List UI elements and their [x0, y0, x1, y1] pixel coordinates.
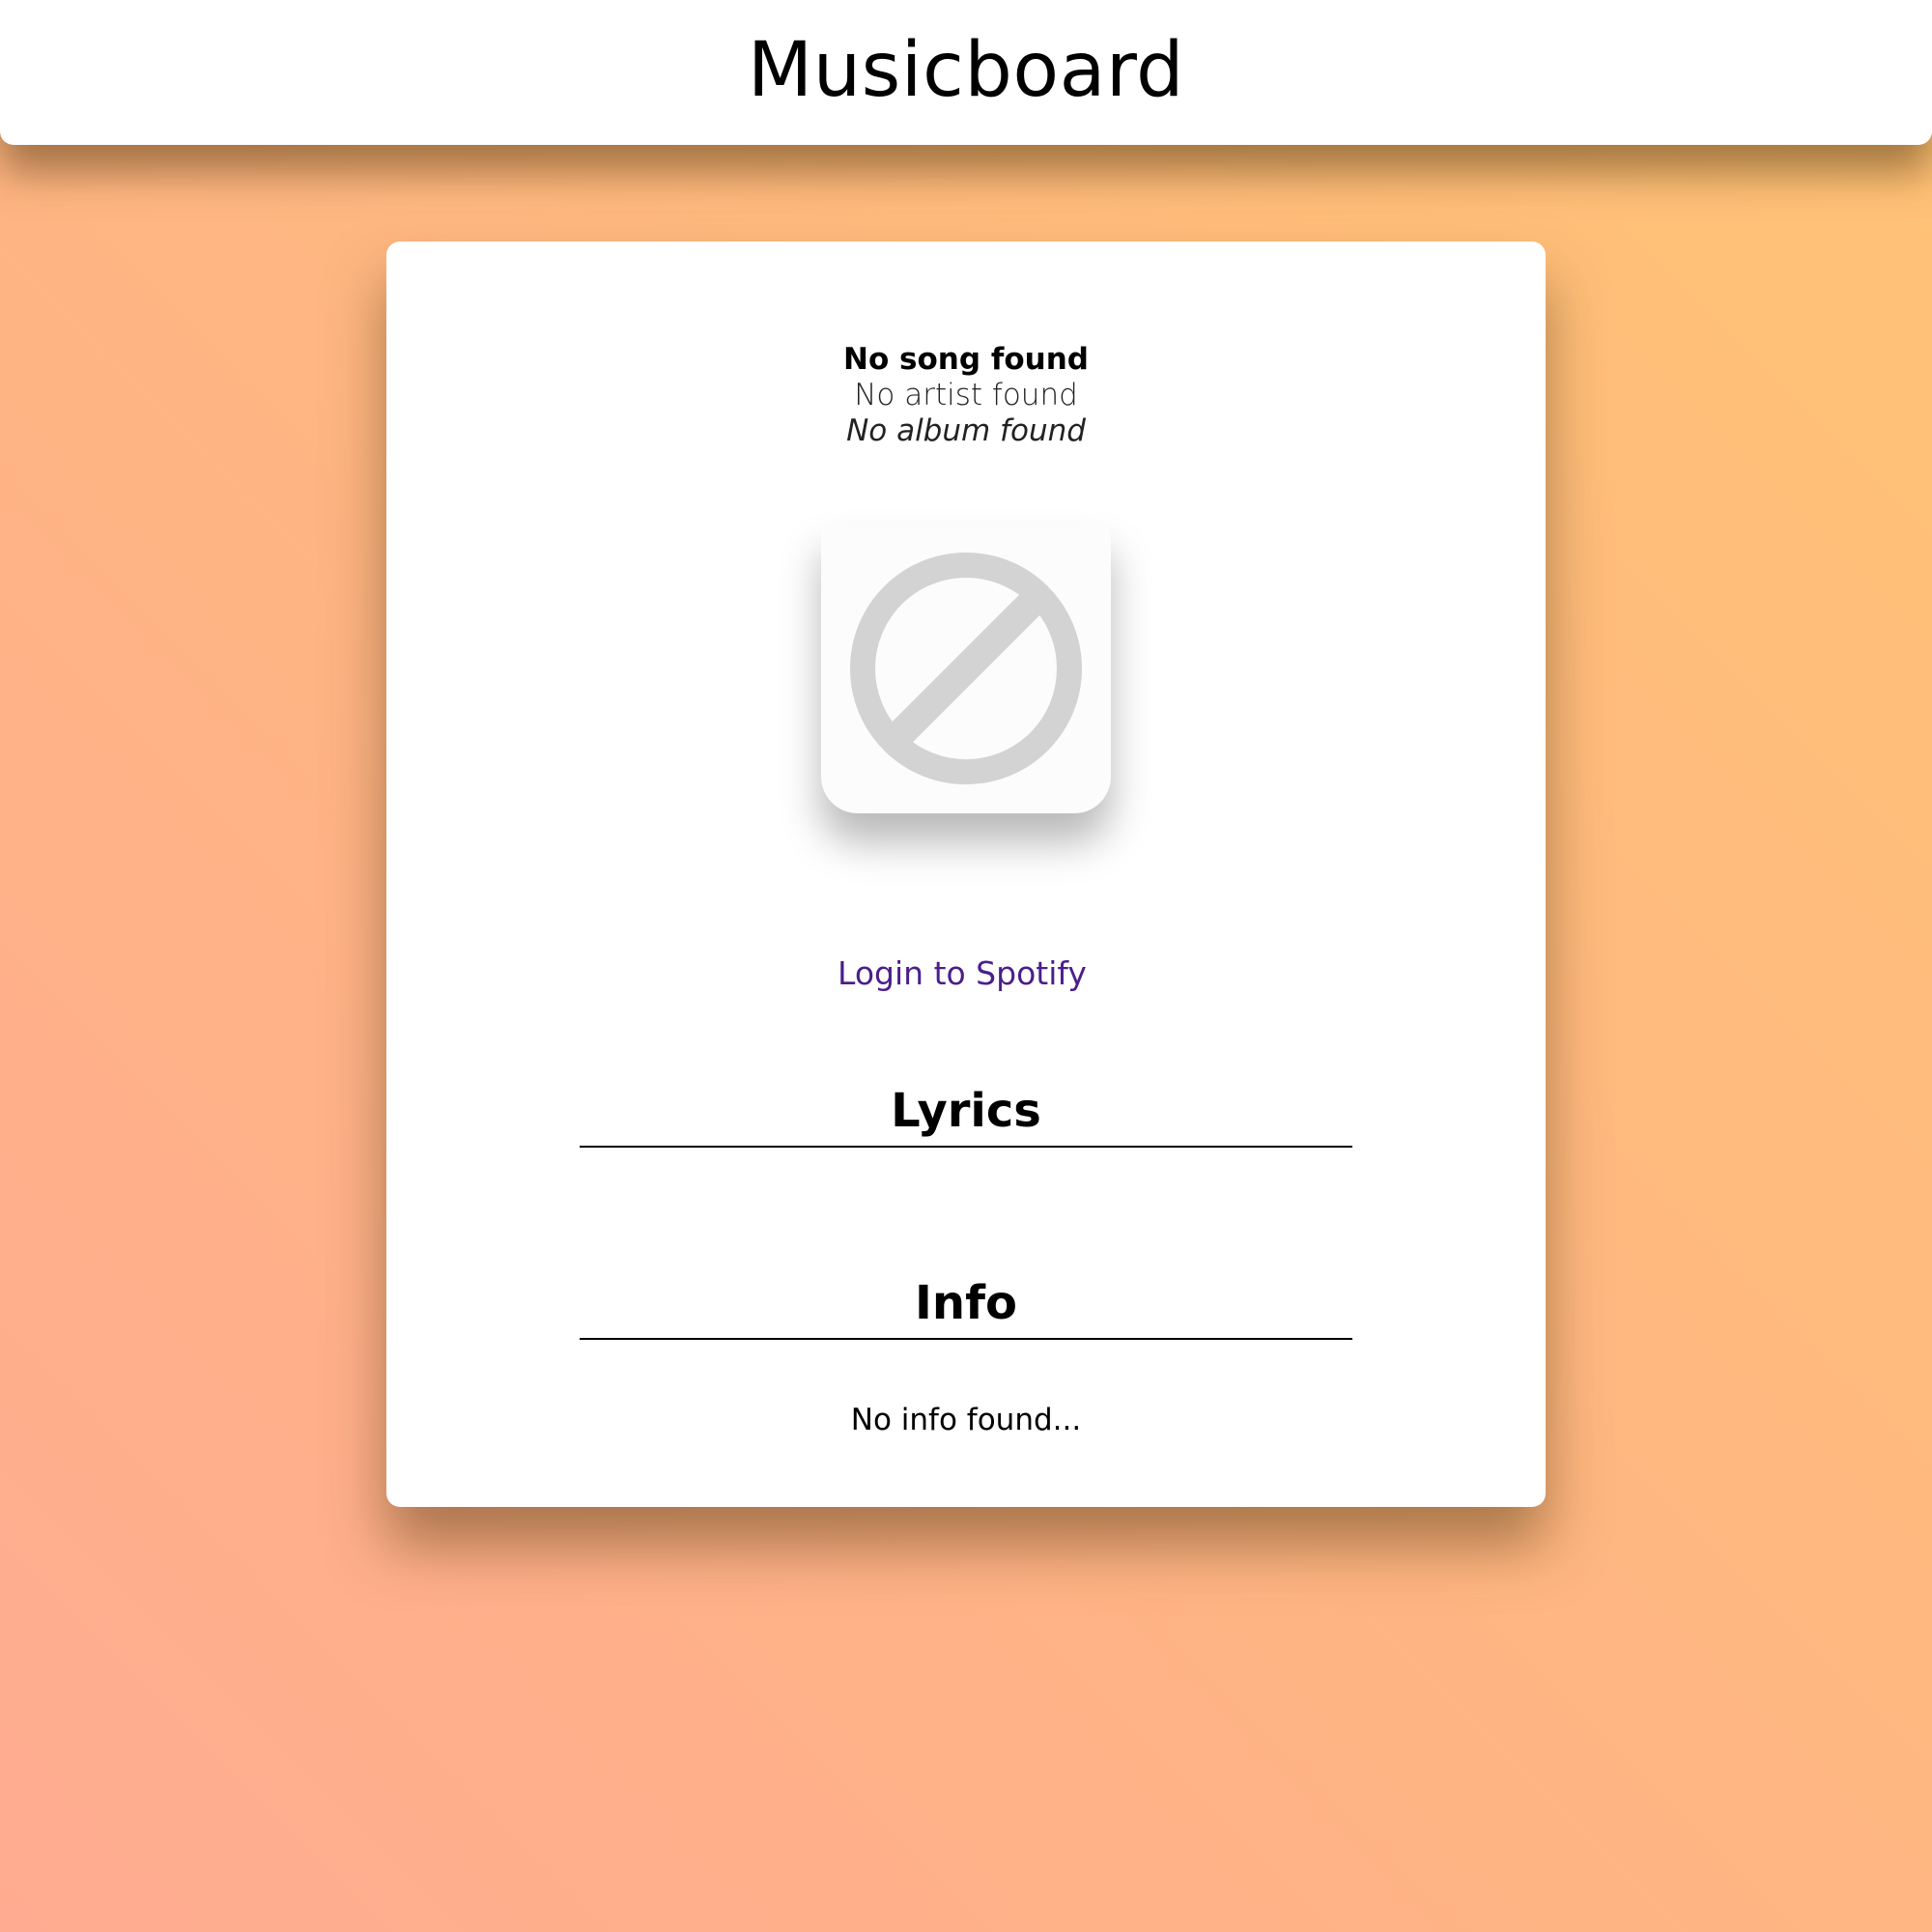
no-image-icon [850, 553, 1082, 784]
album-art [821, 524, 1111, 813]
info-heading: Info [580, 1276, 1352, 1340]
album-name: No album found [846, 413, 1086, 448]
login-spotify-link[interactable]: Login to Spotify [386, 954, 1538, 992]
info-text: No info found... [850, 1403, 1082, 1437]
now-playing-card: No song found No artist found No album f… [386, 242, 1546, 1507]
song-title: No song found [843, 342, 1089, 377]
track-info: No song found No artist found No album f… [386, 342, 1546, 449]
artist-name: No artist found [854, 378, 1078, 412]
app-header: Musicboard [0, 0, 1932, 145]
lyrics-heading: Lyrics [580, 1084, 1352, 1148]
app-title: Musicboard [747, 27, 1185, 114]
